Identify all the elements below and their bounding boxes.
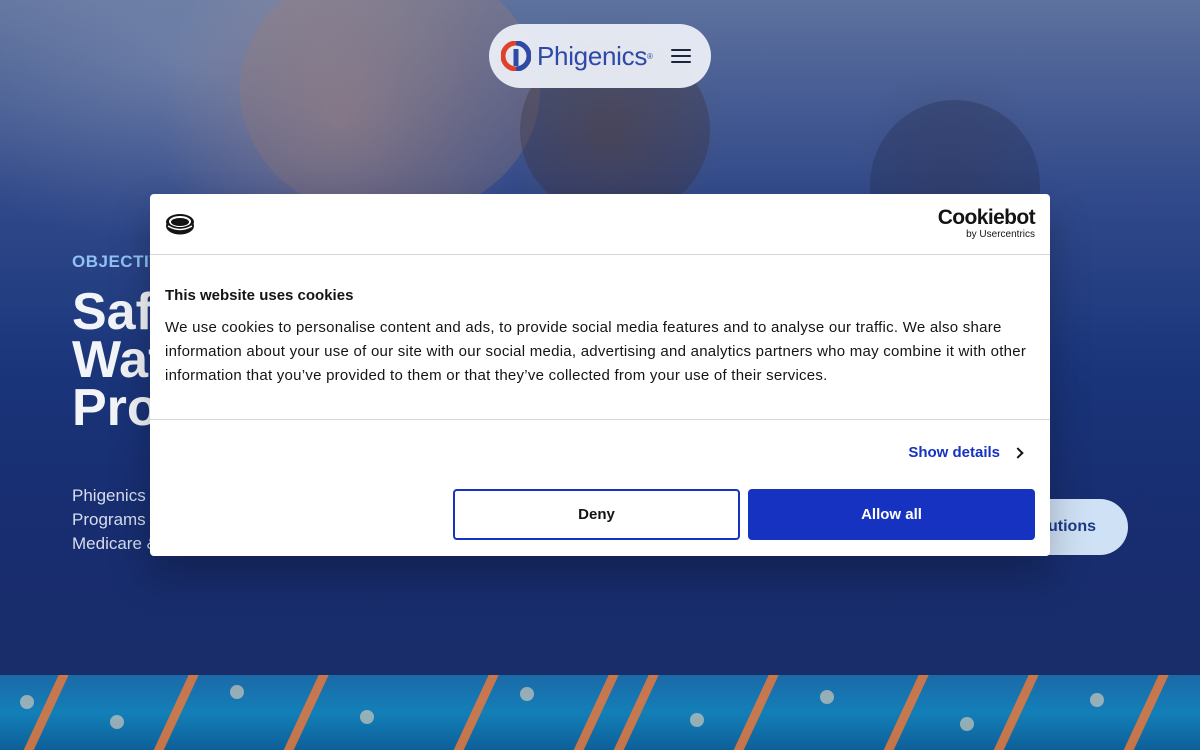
- brand-name[interactable]: Phigenics: [537, 41, 647, 72]
- brand-registered-mark: ®: [647, 51, 653, 61]
- cookie-consent-dialog: Cookiebot by Usercentrics This website u…: [150, 194, 1050, 556]
- cookie-dialog-body: This website uses cookies We use cookies…: [150, 255, 1050, 420]
- allow-all-button[interactable]: Allow all: [748, 489, 1035, 540]
- phigenics-logo-icon[interactable]: [500, 40, 532, 72]
- cookie-dialog-header: Cookiebot by Usercentrics: [150, 194, 1050, 255]
- chevron-right-icon: [1012, 446, 1024, 459]
- cookie-dialog-title: This website uses cookies: [165, 287, 354, 304]
- cookiebot-logo[interactable]: Cookiebot by Usercentrics: [937, 206, 1036, 241]
- cookie-logo-icon: [165, 213, 195, 235]
- show-details-label: Show details: [908, 444, 1000, 461]
- cookiebot-name: Cookiebot: [937, 206, 1036, 229]
- top-nav: Phigenics ®: [489, 24, 711, 88]
- cookie-dialog-text: We use cookies to personalise content an…: [165, 319, 1027, 384]
- section-banner-image: [0, 675, 1200, 750]
- deny-button[interactable]: Deny: [453, 489, 740, 540]
- hamburger-menu-icon[interactable]: [671, 49, 691, 63]
- show-details-link[interactable]: Show details: [908, 444, 1024, 461]
- cookiebot-sub: by Usercentrics: [966, 229, 1035, 240]
